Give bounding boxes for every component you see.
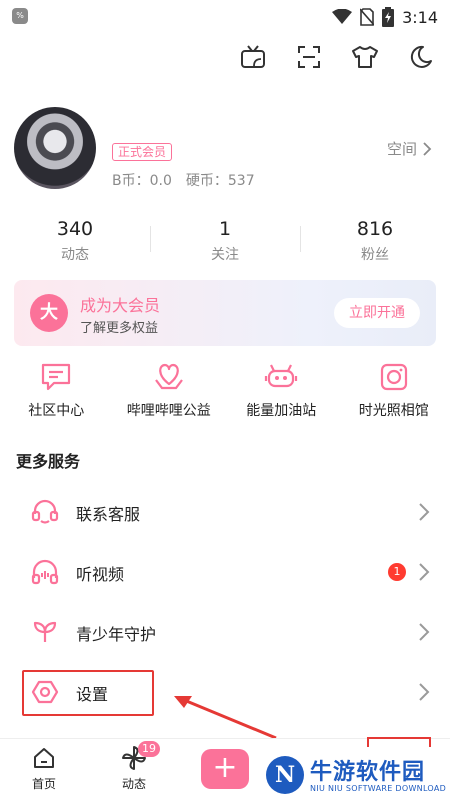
mine-tab-highlight-box <box>367 737 431 747</box>
space-link[interactable]: 空间 <box>387 138 432 159</box>
vip-status-badge: 正式会员 <box>112 143 173 161</box>
shortcut-charity[interactable]: 哔哩哔哩公益 <box>113 360 226 430</box>
shortcut-label: 社区中心 <box>28 403 85 419</box>
annotation-arrow <box>174 696 277 740</box>
tv-cast-icon[interactable] <box>238 42 268 72</box>
app-notification-icon: % <box>12 8 28 24</box>
service-label: 联系客服 <box>76 505 141 524</box>
vip-banner-subtitle: 了解更多权益 <box>80 321 159 336</box>
chat-bubble-icon <box>39 360 73 394</box>
chevron-right-icon <box>419 623 430 641</box>
headset-icon <box>30 497 60 527</box>
avatar[interactable] <box>14 107 96 189</box>
service-customer-support[interactable]: 联系客服 <box>0 482 450 542</box>
shortcut-label: 能量加油站 <box>246 403 317 419</box>
watermark: N 牛游软件园 NIU NIU SOFTWARE DOWNLOAD <box>262 752 450 800</box>
stat-followers[interactable]: 816 粉丝 <box>300 216 450 268</box>
vip-banner[interactable]: 大 成为大会员 了解更多权益 立即开通 <box>14 280 436 346</box>
watermark-logo: N <box>266 756 304 794</box>
status-icons: 3:14 <box>332 6 438 28</box>
notification-badge: 1 <box>388 563 406 581</box>
settings-highlight-box <box>22 670 154 716</box>
stat-label: 关注 <box>211 247 239 263</box>
hard-coin-balance: 硬币：537 <box>185 173 255 189</box>
chevron-right-icon <box>419 563 430 581</box>
shortcut-community-center[interactable]: 社区中心 <box>0 360 113 430</box>
dress-up-shirt-icon[interactable] <box>350 42 380 72</box>
stat-value: 816 <box>356 218 394 240</box>
stat-dynamics[interactable]: 340 动态 <box>0 216 150 268</box>
scan-icon[interactable] <box>294 42 324 72</box>
service-label: 听视频 <box>76 565 125 584</box>
headphones-icon <box>30 557 60 587</box>
shortcut-label: 哔哩哔哩公益 <box>126 403 211 419</box>
open-vip-button[interactable]: 立即开通 <box>334 298 420 328</box>
shortcut-row: 社区中心 哔哩哔哩公益 能量加油站 时光照相馆 <box>0 360 450 430</box>
nav-label: 首页 <box>31 777 56 791</box>
stat-following[interactable]: 1 关注 <box>150 216 300 268</box>
coin-balances: B币：0.0 硬币：537 <box>112 170 255 190</box>
publish-plus-button[interactable]: + <box>201 749 249 789</box>
sprout-icon <box>30 617 60 647</box>
chevron-right-icon <box>419 683 430 701</box>
nav-dynamic[interactable]: 19 动态 <box>104 741 164 792</box>
night-mode-moon-icon[interactable] <box>406 42 436 72</box>
status-bar: % 3:14 <box>0 0 450 34</box>
chevron-right-icon <box>423 141 432 156</box>
stat-value: 1 <box>218 218 232 240</box>
no-sim-icon <box>360 8 375 26</box>
heart-hands-icon <box>152 360 186 394</box>
top-toolbar <box>238 42 436 72</box>
energy-station-icon <box>264 360 298 394</box>
battery-charging-icon <box>382 7 395 27</box>
shortcut-photo-studio[interactable]: 时光照相馆 <box>338 360 450 430</box>
service-label: 青少年守护 <box>76 625 157 644</box>
dynamic-count-badge: 19 <box>138 741 160 757</box>
nav-label: 动态 <box>121 777 146 791</box>
more-services-title: 更多服务 <box>16 452 81 471</box>
home-icon <box>31 745 57 771</box>
profile-stats: 340 动态 1 关注 816 粉丝 <box>0 216 450 268</box>
camera-icon <box>377 360 411 394</box>
stat-label: 粉丝 <box>361 247 389 263</box>
vip-badge-icon: 大 <box>30 294 68 332</box>
vip-banner-title: 成为大会员 <box>80 296 161 315</box>
b-coin-balance: B币：0.0 <box>112 173 172 189</box>
nav-home[interactable]: 首页 <box>14 745 74 792</box>
space-label: 空间 <box>386 140 417 158</box>
watermark-name: 牛游软件园 <box>310 760 426 785</box>
stat-label: 动态 <box>61 247 89 263</box>
service-listen-video[interactable]: 听视频 1 <box>0 542 450 602</box>
chevron-right-icon <box>419 503 430 521</box>
service-teen-protection[interactable]: 青少年守护 <box>0 602 450 662</box>
shortcut-label: 时光照相馆 <box>358 403 429 419</box>
shortcut-energy-station[interactable]: 能量加油站 <box>225 360 338 430</box>
wifi-icon <box>332 9 353 24</box>
stat-value: 340 <box>56 218 94 240</box>
watermark-subtitle: NIU NIU SOFTWARE DOWNLOAD <box>310 784 447 793</box>
clock: 3:14 <box>402 7 438 27</box>
